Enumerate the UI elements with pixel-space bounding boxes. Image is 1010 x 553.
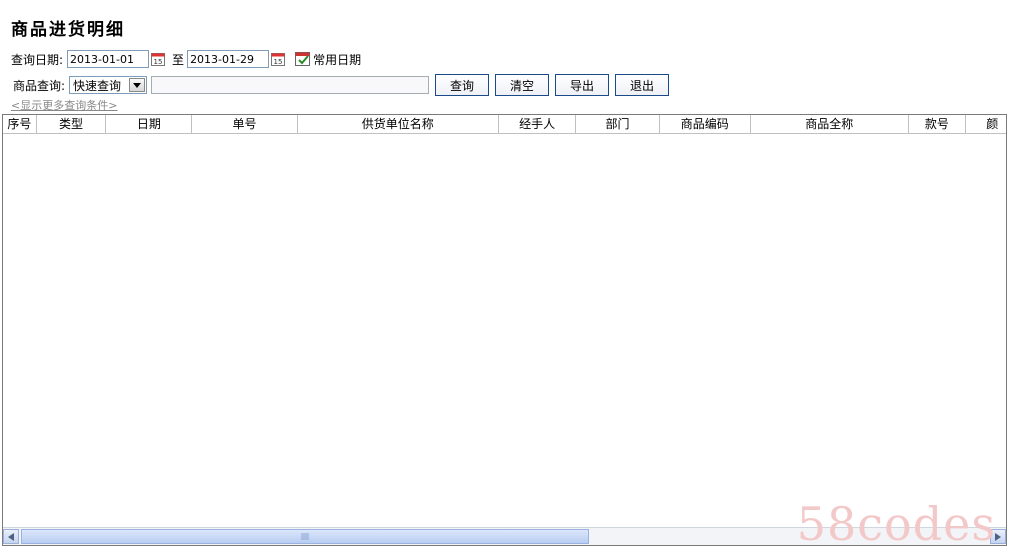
column-header[interactable]: 日期 [106,115,193,133]
page-title: 商品进货明细 [11,20,125,40]
date-query-label: 查询日期: [11,52,64,67]
chevron-left-icon [8,532,14,541]
table-header: 序号 类型 日期 单号 供货单位名称 经手人 部门 商品编码 商品全称 款号 颜 [3,115,1006,134]
common-dates-label: 常用日期 [313,52,362,67]
dropdown-arrow-icon[interactable] [129,78,146,92]
product-query-row: 商品查询: 快速查询 查询 清空 导出 退出 [11,74,670,96]
scrollbar-thumb[interactable] [21,529,589,544]
scroll-left-button[interactable] [3,529,19,544]
query-mode-select[interactable]: 快速查询 [69,76,148,94]
watermark: 58codes [796,497,996,551]
query-button[interactable]: 查询 [435,74,490,96]
column-header[interactable]: 经手人 [499,115,577,133]
end-date-input[interactable] [187,50,270,68]
grip-icon [301,533,309,540]
results-table: 序号 类型 日期 单号 供货单位名称 经手人 部门 商品编码 商品全称 款号 颜 [2,114,1007,546]
column-header[interactable]: 商品全称 [751,115,909,133]
query-mode-value: 快速查询 [73,78,122,93]
column-header[interactable]: 款号 [909,115,967,133]
date-range-separator: 至 [172,52,185,67]
common-dates-button[interactable]: 常用日期 [295,51,361,68]
column-header[interactable]: 类型 [37,115,107,133]
date-query-row: 查询日期: 15 至 15 常用日期 [11,49,361,69]
exit-button[interactable]: 退出 [615,74,670,96]
column-header[interactable]: 部门 [576,115,660,133]
product-search-input[interactable] [151,76,430,94]
column-header[interactable]: 颜 [966,115,1006,133]
column-header[interactable]: 单号 [192,115,298,133]
column-header[interactable]: 序号 [3,115,37,133]
start-date-input[interactable] [67,50,150,68]
export-button[interactable]: 导出 [555,74,610,96]
clear-button[interactable]: 清空 [495,74,550,96]
calendar-check-icon [295,52,311,66]
product-query-label: 商品查询: [13,78,66,93]
calendar-icon[interactable]: 15 [271,52,286,66]
calendar-icon[interactable]: 15 [151,52,166,66]
svg-text:15: 15 [154,58,163,66]
svg-text:15: 15 [274,58,283,66]
show-more-conditions-link[interactable]: <显示更多查询条件> [11,97,117,113]
column-header[interactable]: 商品编码 [660,115,751,133]
column-header[interactable]: 供货单位名称 [298,115,499,133]
